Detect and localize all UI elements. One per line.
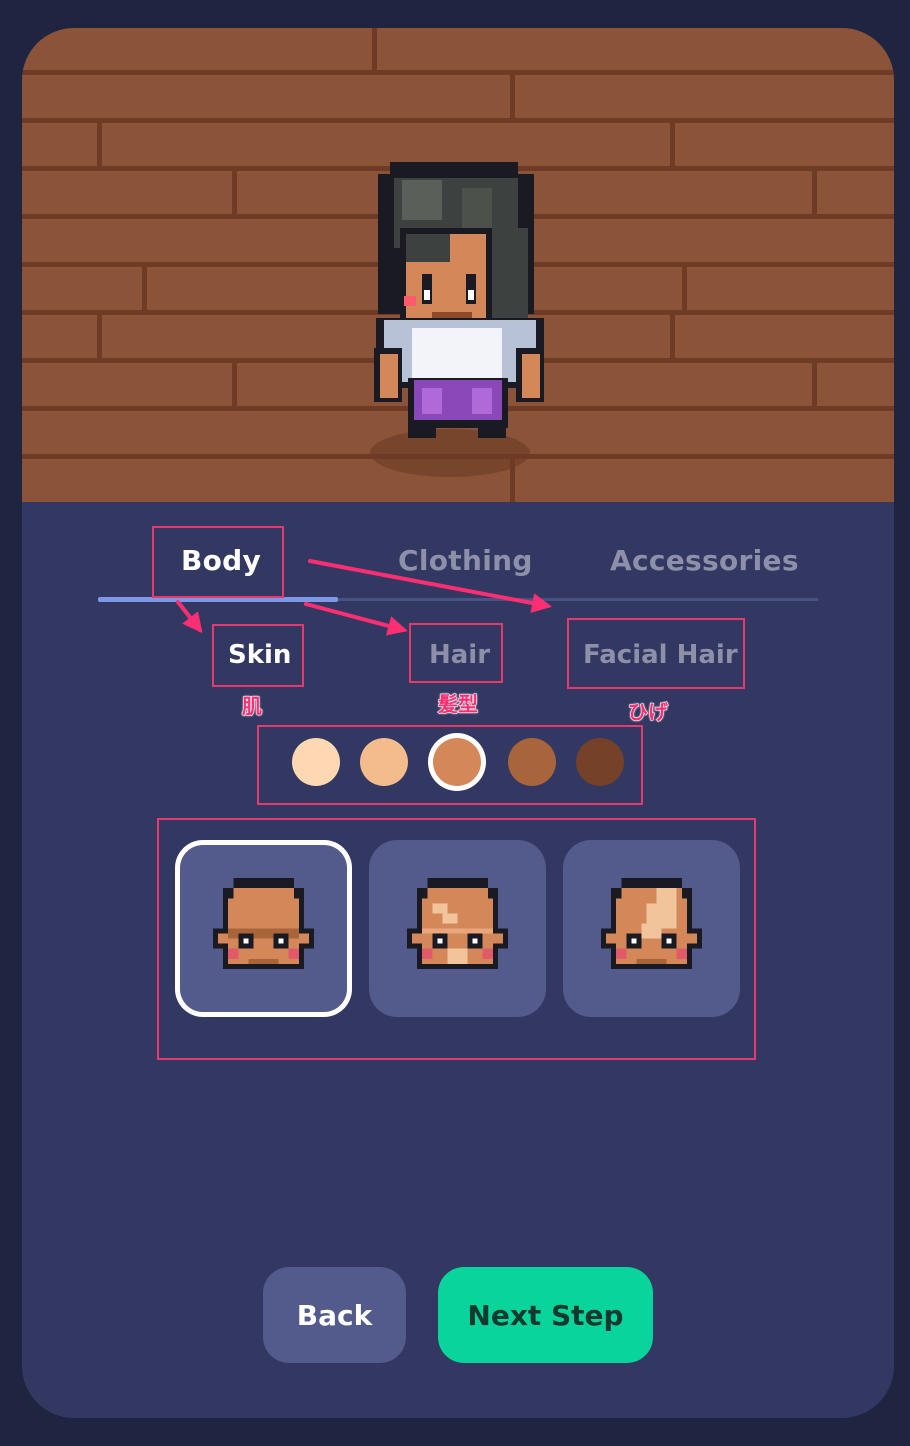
annotation-box-skin — [212, 624, 304, 687]
annotation-label-facial-hair: ひげ — [628, 700, 669, 725]
character-preview — [22, 28, 894, 502]
annotation-box-facial-hair — [567, 618, 745, 689]
tab-clothing[interactable]: Clothing — [398, 544, 533, 577]
annotation-box-head-options — [157, 818, 756, 1060]
next-step-button[interactable]: Next Step — [438, 1267, 653, 1363]
back-button[interactable]: Back — [263, 1267, 406, 1363]
character-creator-panel: Body Clothing Accessories Skin Hair Faci… — [22, 28, 894, 1418]
character-sprite — [374, 162, 544, 438]
annotation-box-skin-tones — [257, 725, 643, 805]
annotation-box-body — [152, 526, 284, 598]
annotation-label-hair: 髪型 — [438, 692, 479, 717]
annotation-box-hair — [409, 623, 503, 683]
annotation-label-skin: 肌 — [242, 694, 263, 719]
tab-accessories[interactable]: Accessories — [610, 544, 799, 577]
